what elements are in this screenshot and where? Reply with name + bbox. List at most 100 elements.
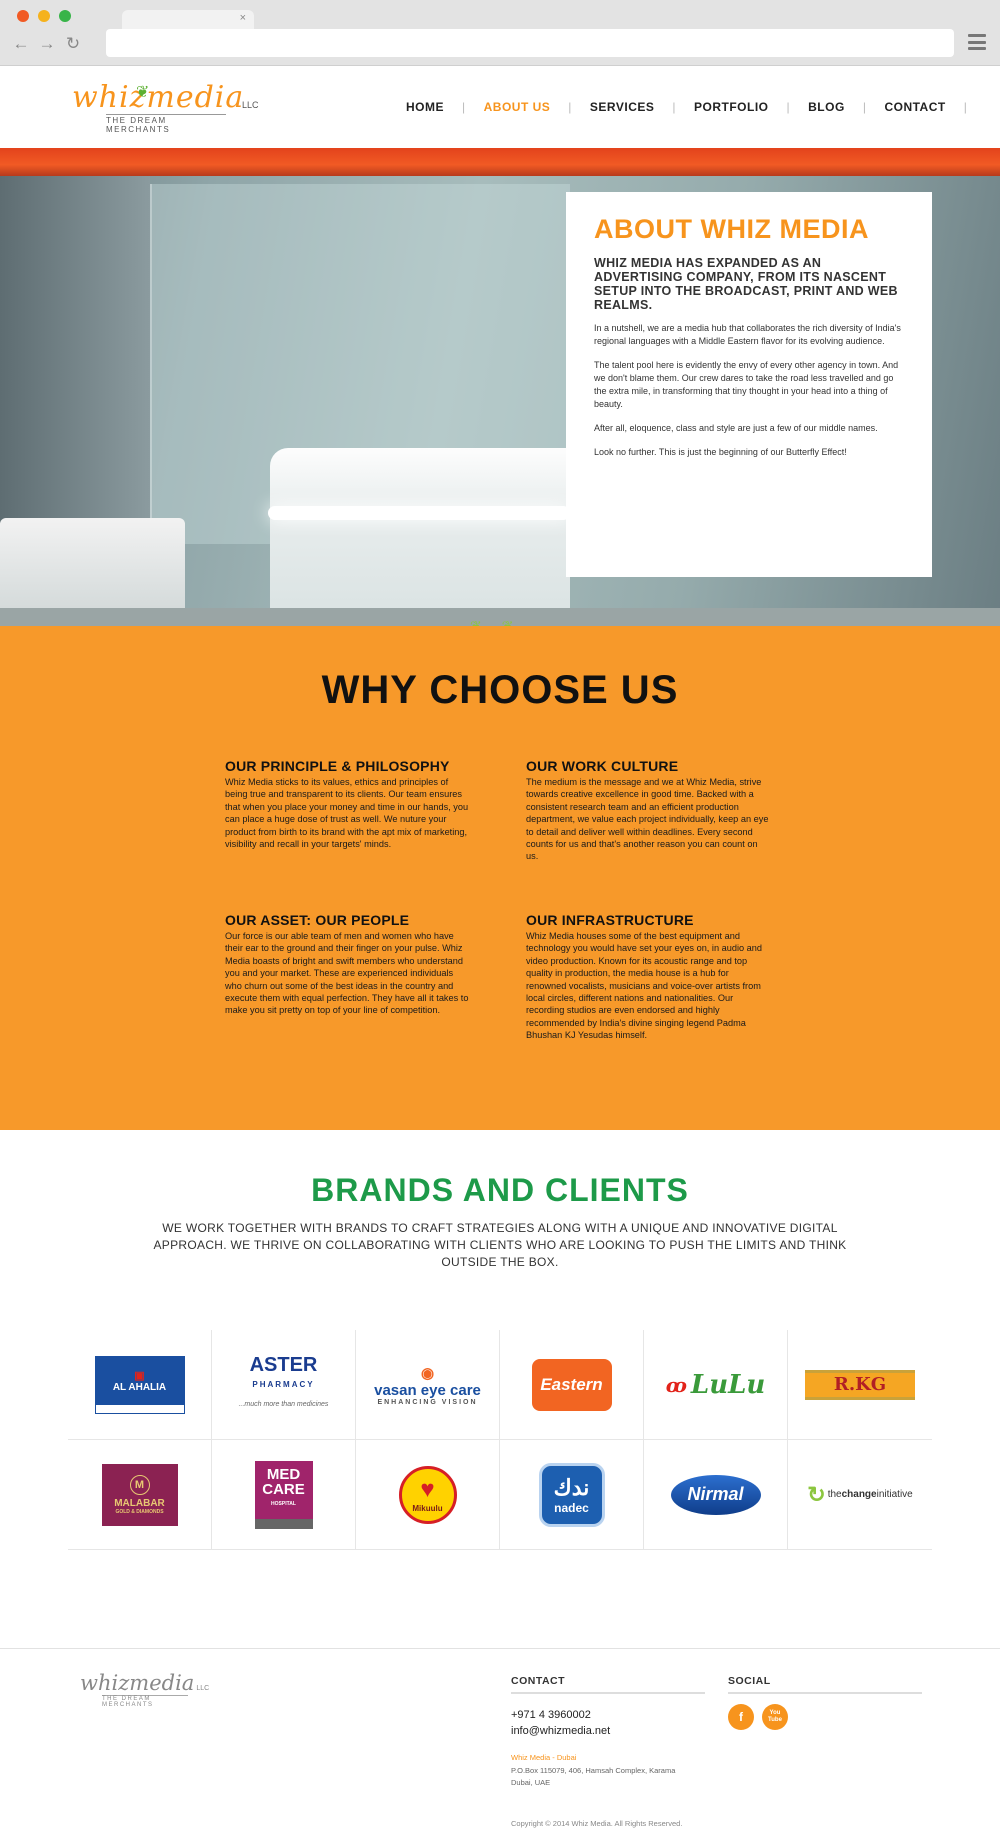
brand-cell[interactable]: R.KG	[788, 1330, 932, 1440]
footer-copyright: Copyright © 2014 Whiz Media. All Rights …	[511, 1819, 683, 1828]
rkg-logo: R.KG	[805, 1369, 915, 1400]
about-title: ABOUT WHIZ MEDIA	[594, 214, 869, 244]
aster-tag: ...much more than medicines	[238, 1400, 329, 1408]
nav-home[interactable]: HOME	[388, 100, 462, 114]
malabar-logo: M MALABAR GOLD & DIAMONDS	[101, 1463, 178, 1526]
hero-banner: ❦❦ ABOUT WHIZ MEDIA WHIZ MEDIA HAS EXPAN…	[0, 148, 1000, 626]
about-paragraph: The talent pool here is evidently the en…	[594, 360, 899, 409]
why-block-infrastructure: OUR INFRASTRUCTURE Whiz Media houses som…	[526, 912, 771, 1042]
nav-contact[interactable]: CONTACT	[866, 100, 963, 114]
refresh-icon: ↻	[807, 1481, 826, 1507]
reload-icon[interactable]: ↻	[64, 34, 82, 54]
eastern-logo: Eastern	[531, 1358, 612, 1411]
logo-llc: LLC	[242, 100, 259, 110]
why-block-principle: OUR PRINCIPLE & PHILOSOPHY Whiz Media st…	[225, 758, 470, 850]
why-block-title: OUR PRINCIPLE & PHILOSOPHY	[225, 758, 450, 774]
why-block-text: Our force is our able team of men and wo…	[225, 931, 469, 1016]
brand-cell[interactable]: ﻧﺪﻙ nadec	[500, 1440, 644, 1550]
why-title: WHY CHOOSE US	[321, 668, 679, 712]
butterfly-icon: ❦	[136, 84, 150, 101]
why-block-title: OUR INFRASTRUCTURE	[526, 912, 694, 928]
lulu-swirl-icon: ꝏ	[665, 1372, 687, 1397]
nadec-arabic-icon: ﻧﺪﻙ	[553, 1474, 590, 1500]
malabar-sub: GOLD & DIAMONDS	[115, 1508, 164, 1515]
change-pre: the	[827, 1489, 842, 1500]
close-window-button[interactable]	[17, 10, 29, 22]
brand-cell[interactable]: ♥ Mikuulu	[356, 1440, 500, 1550]
why-block-text: Whiz Media sticks to its values, ethics …	[225, 777, 469, 850]
lulu-text: LuLu	[690, 1369, 766, 1400]
about-paragraph: Look no further. This is just the beginn…	[594, 447, 847, 457]
brand-cell[interactable]: MED CARE HOSPITAL	[212, 1440, 356, 1550]
about-card: ABOUT WHIZ MEDIA WHIZ MEDIA HAS EXPANDED…	[566, 192, 932, 577]
about-paragraph: In a nutshell, we are a media hub that c…	[594, 323, 901, 346]
footer-email[interactable]: info@whizmedia.net	[511, 1725, 610, 1737]
minimize-window-button[interactable]	[38, 10, 50, 22]
footer-logo-llc: LLC	[196, 1685, 210, 1692]
nav-portfolio[interactable]: PORTFOLIO	[676, 100, 787, 114]
back-icon[interactable]: ←	[12, 34, 30, 54]
al-ahalia-logo: ▣ AL AHALIA	[94, 1355, 185, 1414]
forward-icon[interactable]: →	[38, 34, 56, 54]
footer-logo-tagline: THE DREAM MERCHANTS	[102, 1695, 188, 1708]
why-block-culture: OUR WORK CULTURE The medium is the messa…	[526, 758, 771, 863]
site-logo[interactable]: whizmedia ❦ LLC THE DREAM MERCHANTS	[72, 82, 272, 135]
brand-cell[interactable]: Eastern	[500, 1330, 644, 1440]
brand-cell[interactable]: Nirmal	[644, 1440, 788, 1550]
malabar-text: MALABAR	[114, 1497, 165, 1509]
why-block-title: OUR ASSET: OUR PEOPLE	[225, 912, 410, 928]
nav-blog[interactable]: BLOG	[790, 100, 863, 114]
lulu-logo: ꝏ LuLu	[666, 1370, 766, 1400]
footer-address-line: P.O.Box 115079, 406, Hamsah Complex, Kar…	[511, 1766, 676, 1775]
aster-sub: PHARMACY	[252, 1379, 315, 1389]
brand-cell[interactable]: ↻ the change initiative	[788, 1440, 932, 1550]
medcare-logo: MED CARE HOSPITAL	[254, 1460, 313, 1529]
url-bar[interactable]	[106, 29, 954, 57]
footer-logo[interactable]: whizmedia LLC THE DREAM MERCHANTS	[80, 1671, 209, 1708]
site-header: whizmedia ❦ LLC THE DREAM MERCHANTS HOME…	[0, 66, 1000, 148]
about-subtitle: WHIZ MEDIA HAS EXPANDED AS AN ADVERTISIN…	[594, 256, 898, 312]
browser-chrome: × ← → ↻	[0, 0, 1000, 66]
maximize-window-button[interactable]	[59, 10, 71, 22]
brand-cell[interactable]: ◉ vasan eye care ENHANCING VISION	[356, 1330, 500, 1440]
main-nav: HOME | ABOUT US | SERVICES | PORTFOLIO |…	[388, 100, 967, 114]
malabar-emblem-icon: M	[129, 1474, 150, 1495]
change-initiative-logo: ↻ the change initiative	[807, 1482, 913, 1508]
tab-close-icon[interactable]: ×	[240, 12, 246, 24]
window-controls	[17, 10, 71, 22]
browser-nav: ← → ↻	[12, 34, 82, 54]
footer-phone[interactable]: +971 4 3960002	[511, 1709, 591, 1721]
hero-butterfly-icons: ❦❦	[470, 618, 534, 626]
brands-grid: ▣ AL AHALIA ASTER PHARMACY ...much more tha…	[68, 1330, 932, 1550]
footer-office-name: Whiz Media - Dubai	[511, 1753, 577, 1762]
nirmal-logo: Nirmal	[670, 1474, 761, 1515]
medcare-sub: HOSPITAL	[271, 1501, 296, 1507]
medcare-text: MED CARE	[262, 1466, 305, 1498]
change-bold: change	[841, 1489, 877, 1500]
about-paragraph: After all, eloquence, class and style ar…	[594, 423, 878, 433]
al-ahalia-emblem-icon: ▣	[134, 1369, 145, 1382]
youtube-icon[interactable]: You Tube	[762, 1704, 788, 1730]
hero-photo-ceiling	[0, 148, 1000, 176]
brand-cell[interactable]: ASTER PHARMACY ...much more than medicines	[212, 1330, 356, 1440]
hero-photo-desk	[270, 448, 570, 626]
why-block-text: The medium is the message and we at Whiz…	[526, 777, 769, 862]
why-block-text: Whiz Media houses some of the best equip…	[526, 931, 762, 1041]
brands-section: BRANDS AND CLIENTS WE WORK TOGETHER WITH…	[0, 1130, 1000, 1650]
nadec-text: nadec	[554, 1500, 589, 1515]
footer-address: P.O.Box 115079, 406, Hamsah Complex, Kar…	[511, 1765, 711, 1789]
logo-tagline: THE DREAM MERCHANTS	[106, 114, 226, 134]
nav-about-us[interactable]: ABOUT US	[466, 100, 569, 114]
brand-cell[interactable]: ꝏ LuLu	[644, 1330, 788, 1440]
mikuulu-text: Mikuulu	[412, 1504, 443, 1513]
why-block-title: OUR WORK CULTURE	[526, 758, 679, 774]
brand-cell[interactable]: ▣ AL AHALIA	[68, 1330, 212, 1440]
vasan-text: vasan eye care	[374, 1381, 481, 1399]
heart-icon: ♥	[420, 1476, 435, 1503]
hamburger-menu-icon[interactable]	[968, 34, 986, 50]
social-links: f You Tube	[728, 1704, 788, 1730]
brand-cell[interactable]: M MALABAR GOLD & DIAMONDS	[68, 1440, 212, 1550]
facebook-icon[interactable]: f	[728, 1704, 754, 1730]
browser-tab[interactable]: ×	[122, 10, 254, 30]
nav-services[interactable]: SERVICES	[572, 100, 672, 114]
